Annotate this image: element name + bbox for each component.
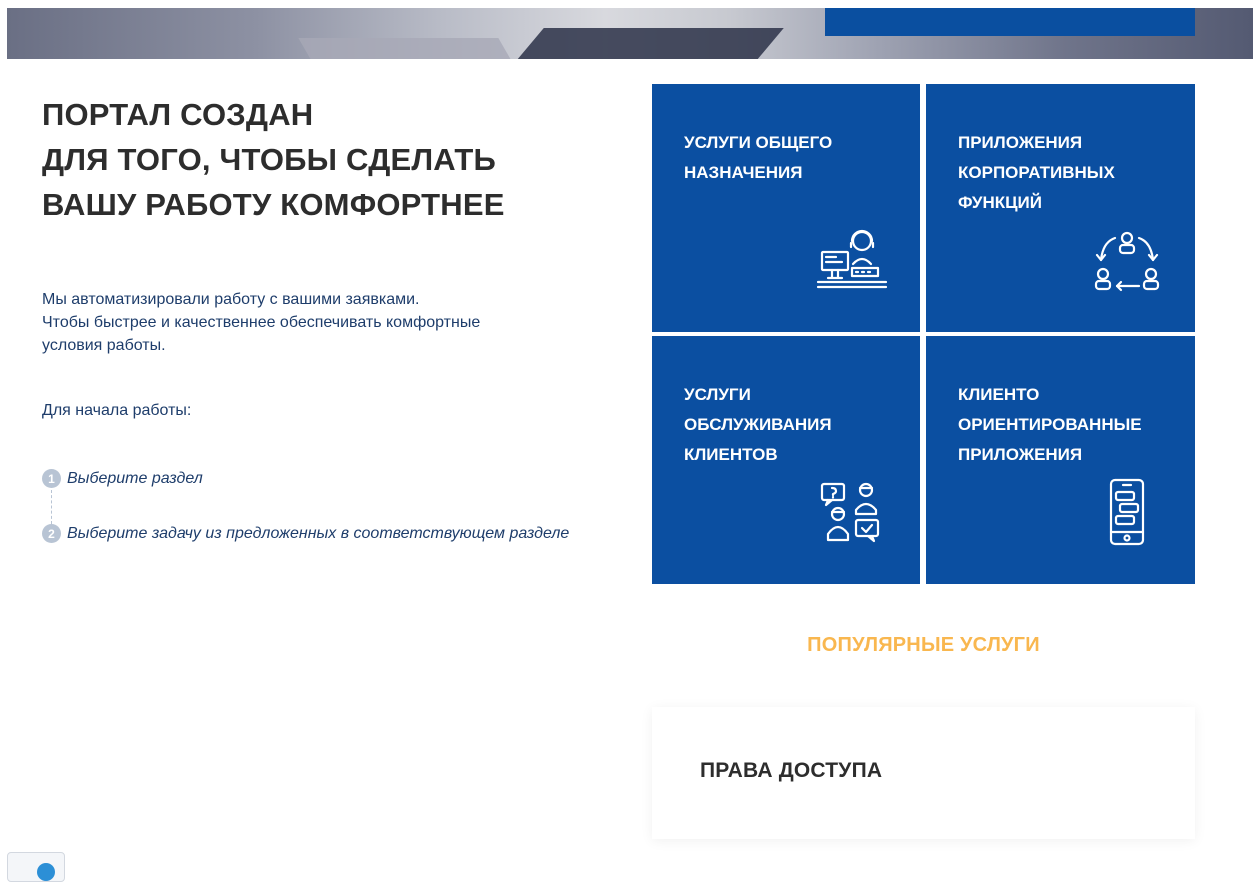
- tile-customer-services[interactable]: УСЛУГИ ОБСЛУЖИВАНИЯ КЛИЕНТОВ: [652, 336, 920, 584]
- intro-line: условия работы.: [42, 337, 166, 354]
- step-text: Выберите раздел: [67, 469, 203, 487]
- hero-decor-shape: [298, 38, 516, 59]
- step-connector: [51, 490, 52, 524]
- tile-title: УСЛУГИ ОБЩЕГО НАЗНАЧЕНИЯ: [684, 133, 833, 182]
- hero-decor-shape: [510, 28, 784, 59]
- hero-accent-block: [825, 8, 1195, 36]
- people-cycle-icon: [1094, 231, 1160, 292]
- intro-line: Чтобы быстрее и качественнее обеспечиват…: [42, 314, 481, 331]
- headline-line: ДЛЯ ТОГО, ЧТОБЫ СДЕЛАТЬ: [42, 142, 496, 177]
- intro-line: Мы автоматизировали работу с вашими заяв…: [42, 291, 420, 308]
- tile-corporate-functions[interactable]: ПРИЛОЖЕНИЯ КОРПОРАТИВНЫХ ФУНКЦИЙ: [926, 84, 1195, 332]
- step-number-badge: 2: [42, 524, 61, 543]
- headline-line: ПОРТАЛ СОЗДАН: [42, 97, 314, 132]
- intro-text: Мы автоматизировали работу с вашими заяв…: [42, 288, 602, 357]
- popular-services-title: ПОПУЛЯРНЫЕ УСЛУГИ: [807, 634, 1040, 656]
- customer-support-icon: [820, 482, 880, 543]
- step-item: 2 Выберите задачу из предложенных в соот…: [42, 524, 569, 543]
- tile-client-apps[interactable]: КЛИЕНТО ОРИЕНТИРОВАННЫЕ ПРИЛОЖЕНИЯ: [926, 336, 1195, 584]
- page-headline: ПОРТАЛ СОЗДАН ДЛЯ ТОГО, ЧТОБЫ СДЕЛАТЬ ВА…: [42, 92, 602, 227]
- step-text: Выберите задачу из предложенных в соотве…: [67, 524, 570, 542]
- headline-line: ВАШУ РАБОТУ КОМФОРТНЕЕ: [42, 187, 505, 222]
- service-card-label: ПРАВА ДОСТУПА: [700, 759, 883, 782]
- tile-title: УСЛУГИ ОБСЛУЖИВАНИЯ КЛИЕНТОВ: [684, 385, 832, 464]
- popular-service-card[interactable]: ПРАВА ДОСТУПА: [652, 707, 1195, 839]
- step-number-badge: 1: [42, 469, 61, 488]
- telegram-icon: [37, 863, 55, 881]
- service-tiles-grid: УСЛУГИ ОБЩЕГО НАЗНАЧЕНИЯ ПРИЛОЖЕНИЯ КОРП…: [652, 84, 1195, 584]
- step-item: 1 Выберите раздел: [42, 469, 203, 488]
- tile-title: КЛИЕНТО ОРИЕНТИРОВАННЫЕ ПРИЛОЖЕНИЯ: [958, 385, 1142, 464]
- operator-at-desk-icon: [816, 229, 888, 289]
- tile-general-services[interactable]: УСЛУГИ ОБЩЕГО НАЗНАЧЕНИЯ: [652, 84, 920, 332]
- tile-title: ПРИЛОЖЕНИЯ КОРПОРАТИВНЫХ ФУНКЦИЙ: [958, 133, 1115, 212]
- start-label: Для начала работы:: [42, 402, 192, 419]
- mobile-chat-icon: [1109, 478, 1145, 546]
- hero-banner: [7, 8, 1253, 59]
